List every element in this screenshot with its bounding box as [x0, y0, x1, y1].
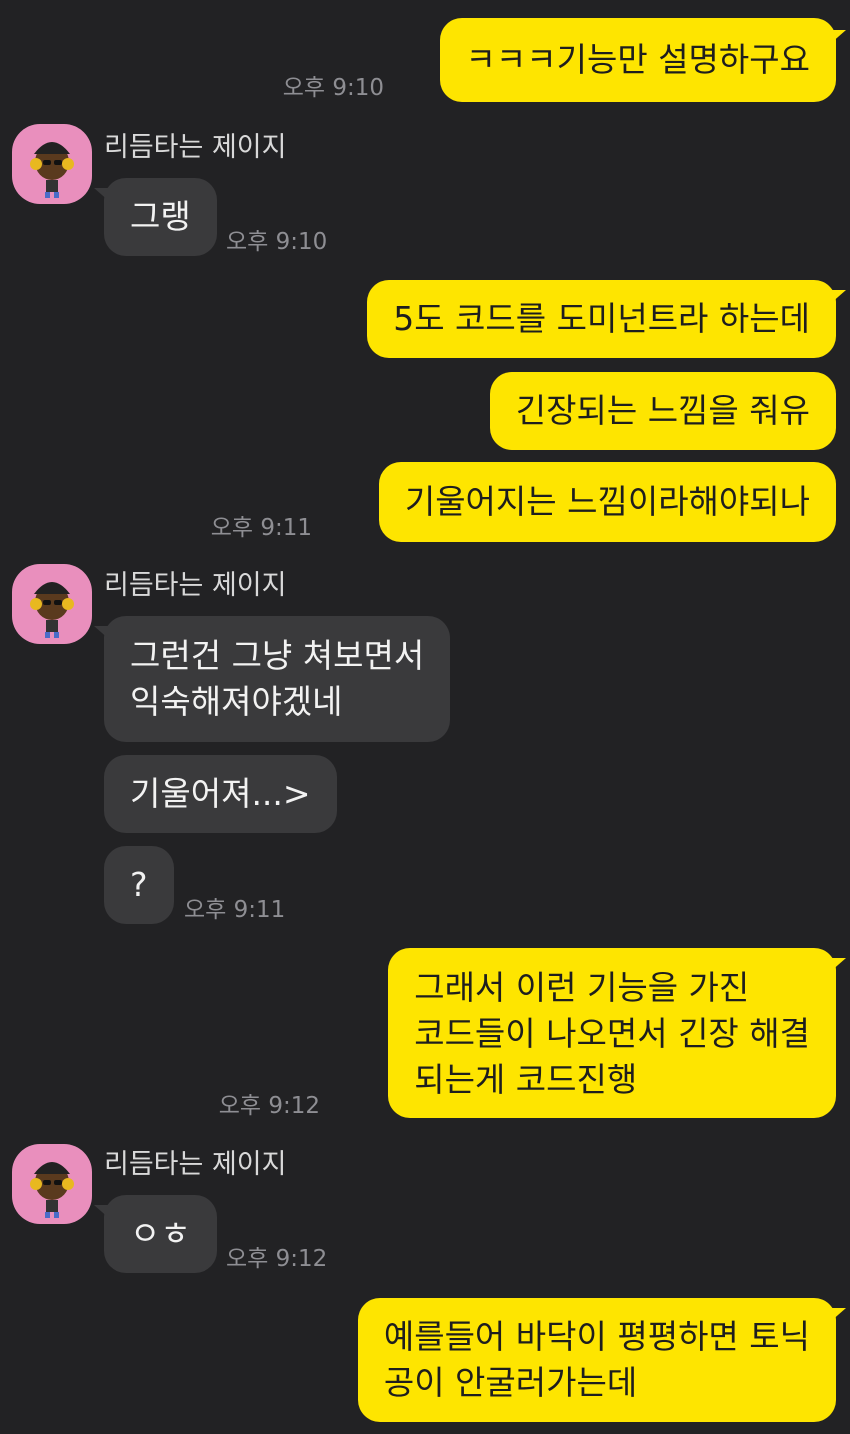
contact-avatar[interactable] [12, 124, 92, 204]
contact-name: 리듬타는 제이지 [104, 132, 287, 163]
bubble-tail [94, 626, 110, 640]
bubble-tail [94, 188, 110, 202]
message-time: 오후 9:10 [226, 229, 328, 255]
bubble-tail [830, 30, 846, 44]
sent-message-bubble[interactable]: 기울어지는 느낌이라해야되나 [378, 462, 836, 542]
message-text-line: 예를들어 바닥이 평평하면 토닉 [383, 1317, 810, 1356]
message-time: 오후 9:12 [218, 1093, 320, 1119]
received-message-bubble[interactable]: 그런건 그냥 쳐보면서 익숙해져야겠네 [104, 616, 451, 742]
message-text-line: 그런건 그냥 쳐보면서 [130, 636, 425, 675]
character-avatar-icon [30, 1162, 74, 1218]
message-text-line: ? [130, 865, 148, 904]
message-time: 오후 9:12 [226, 1246, 328, 1272]
sent-message-bubble[interactable]: 5도 코드를 도미넌트라 하는데 [367, 280, 836, 358]
message-text-line: 그래서 이런 기능을 가진 [414, 968, 750, 1007]
character-avatar-icon [30, 582, 74, 638]
message-time: 오후 9:11 [210, 515, 312, 541]
message-time: 오후 9:11 [184, 897, 286, 923]
message-text-line: 되는게 코드진행 [414, 1060, 638, 1099]
contact-name: 리듬타는 제이지 [104, 570, 287, 601]
bubble-tail [830, 1308, 846, 1322]
sent-message-bubble[interactable]: 그래서 이런 기능을 가진 코드들이 나오면서 긴장 해결 되는게 코드진행 [388, 948, 836, 1118]
message-text-line: 기울어져...> [130, 774, 311, 813]
message-text-line: 그랭 [130, 197, 191, 236]
received-message-bubble[interactable]: ? [104, 846, 174, 924]
message-text-line: 5도 코드를 도미넌트라 하는데 [393, 299, 810, 338]
message-text-line: 공이 안굴러가는데 [383, 1363, 638, 1402]
message-text-line: 기울어지는 느낌이라해야되나 [404, 482, 810, 521]
message-text-line: ㅇㅎ [130, 1214, 191, 1253]
sent-message-bubble[interactable]: 예를들어 바닥이 평평하면 토닉 공이 안굴러가는데 [357, 1298, 836, 1422]
message-text-line: ㅋㅋㅋ기능만 설명하구요 [465, 40, 810, 79]
bubble-tail [94, 1205, 110, 1219]
received-message-bubble[interactable]: 기울어져...> [104, 755, 337, 833]
message-text-line: 익숙해져야겠네 [130, 682, 343, 721]
bubble-tail [830, 958, 846, 972]
message-text-line: 코드들이 나오면서 긴장 해결 [414, 1014, 810, 1053]
character-avatar-icon [30, 142, 74, 198]
received-message-bubble[interactable]: ㅇㅎ [104, 1195, 217, 1273]
received-message-bubble[interactable]: 그랭 [104, 178, 217, 256]
message-text-line: 긴장되는 느낌을 줘유 [515, 391, 810, 430]
contact-name: 리듬타는 제이지 [104, 1149, 287, 1180]
sent-message-bubble[interactable]: ㅋㅋㅋ기능만 설명하구요 [439, 18, 836, 102]
bubble-tail [830, 290, 846, 304]
contact-avatar[interactable] [12, 1144, 92, 1224]
sent-message-bubble[interactable]: 긴장되는 느낌을 줘유 [489, 372, 836, 450]
contact-avatar[interactable] [12, 564, 92, 644]
message-time: 오후 9:10 [282, 75, 384, 101]
